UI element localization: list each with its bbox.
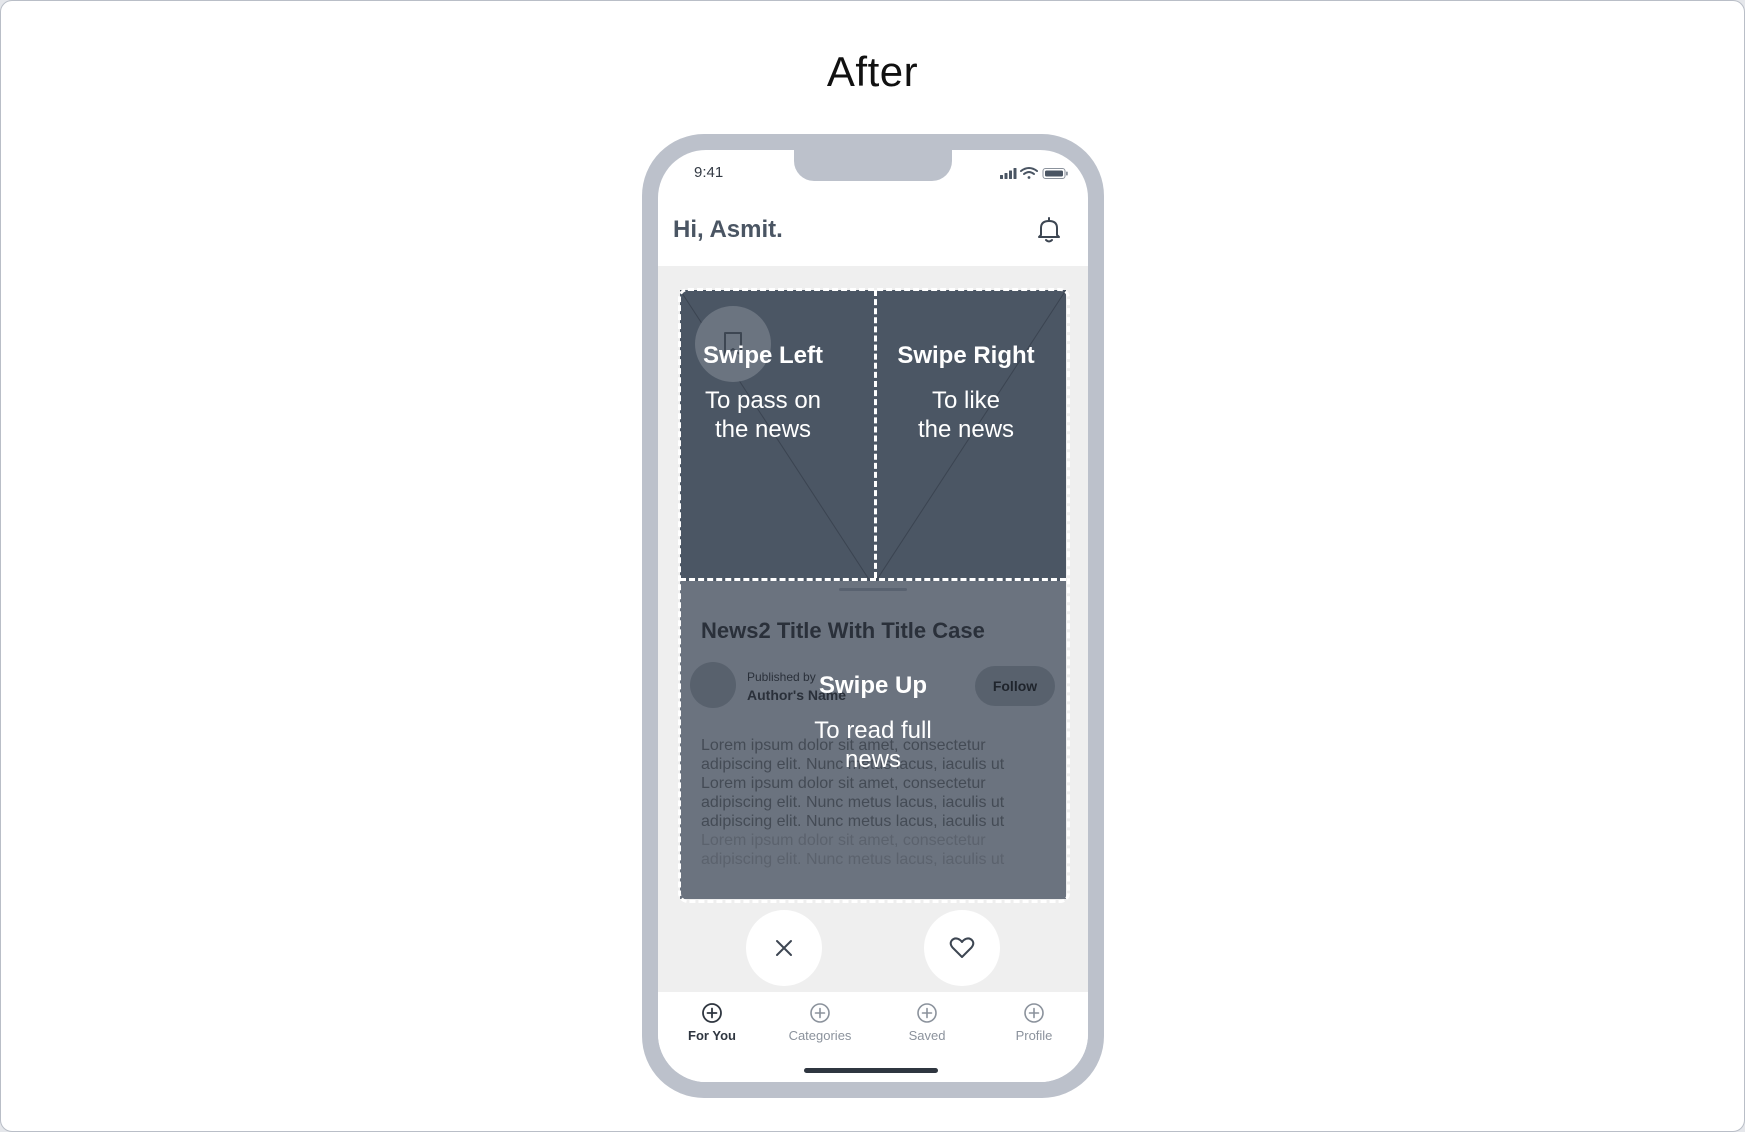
swipe-right-description: To like the news (878, 386, 1054, 444)
phone-screen: 9:41 Hi, Asmit. News2 Title With Title C… (658, 150, 1088, 1082)
close-icon (776, 940, 792, 956)
swipe-up-title: Swipe Up (818, 672, 927, 699)
body-line: Lorem ipsum dolor sit amet, consectetur (701, 775, 986, 792)
tab-label: Saved (908, 1028, 946, 1043)
swipe-left-line1: To pass on (704, 387, 822, 414)
notch (794, 150, 952, 181)
swipe-up-line1: To read full (814, 717, 932, 744)
home-indicator (804, 1068, 938, 1073)
signal-icon (1000, 168, 1017, 179)
status-time: 9:41 (694, 164, 724, 181)
bell-icon[interactable] (1036, 216, 1062, 244)
swipe-up-description: To read full news (773, 716, 973, 774)
status-icons (1000, 167, 1068, 179)
page-title: After (826, 48, 919, 95)
plus-circle-icon (810, 1003, 830, 1023)
swipe-right-line1: To like (931, 387, 1001, 414)
plus-circle-icon (702, 1003, 722, 1023)
body-line: adipiscing elit. Nunc metus lacus, iacul… (701, 794, 1005, 811)
body-line: adipiscing elit. Nunc metus lacus, iacul… (701, 813, 1005, 830)
swipe-up-line2: news (844, 746, 902, 773)
plus-circle-icon (1024, 1003, 1044, 1023)
news-title: News2 Title With Title Case (701, 618, 985, 643)
dismiss-button[interactable] (746, 910, 822, 986)
swipe-left-line2: the news (714, 416, 812, 443)
tab-saved[interactable]: Saved (877, 1002, 977, 1043)
tab-for-you[interactable]: For You (662, 1002, 762, 1043)
battery-icon (1042, 168, 1068, 179)
swipe-left-description: To pass on the news (688, 386, 838, 444)
drag-handle[interactable] (839, 588, 907, 591)
heart-icon (949, 937, 975, 958)
body-line: Lorem ipsum dolor sit amet, consectetur (701, 832, 986, 849)
follow-button[interactable]: Follow (975, 666, 1055, 706)
swipe-right-title: Swipe Right (897, 342, 1035, 369)
gesture-divider-horizontal (680, 578, 1066, 581)
swipe-right-line2: the news (917, 416, 1015, 443)
tab-label: Profile (1015, 1028, 1053, 1043)
like-button[interactable] (924, 910, 1000, 986)
author-avatar (690, 662, 736, 708)
tab-label: For You (688, 1028, 736, 1043)
wifi-icon (1020, 167, 1038, 179)
body-line: adipiscing elit. Nunc metus lacus, iacul… (701, 851, 1005, 868)
tab-profile[interactable]: Profile (984, 1002, 1084, 1043)
tab-categories[interactable]: Categories (770, 1002, 870, 1043)
plus-circle-icon (917, 1003, 937, 1023)
greeting: Hi, Asmit. (673, 216, 783, 243)
gesture-divider-vertical (874, 290, 877, 578)
tab-label: Categories (788, 1028, 852, 1043)
swipe-left-title: Swipe Left (702, 342, 823, 369)
